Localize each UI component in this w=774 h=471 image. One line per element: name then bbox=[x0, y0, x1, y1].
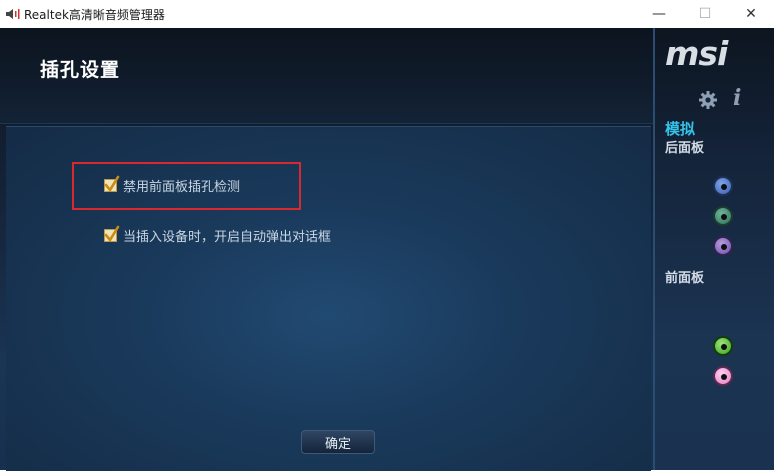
jack-blue-icon[interactable] bbox=[713, 176, 733, 196]
front-panel-label: 前面板 bbox=[665, 271, 705, 286]
close-icon: ✕ bbox=[745, 6, 757, 22]
option-disable-front-jack-detection[interactable]: 禁用前面板插孔检测 bbox=[104, 175, 241, 195]
realtek-speaker-icon bbox=[6, 9, 20, 19]
option-label: 禁用前面板插孔检测 bbox=[123, 180, 241, 195]
info-icon[interactable]: i bbox=[733, 85, 741, 111]
header-band: 插孔设置 bbox=[0, 28, 653, 124]
checkbox-checked-icon[interactable] bbox=[104, 225, 120, 243]
option-label: 当插入设备时，开启自动弹出对话框 bbox=[123, 230, 332, 245]
gear-icon[interactable] bbox=[698, 90, 718, 110]
maximize-button[interactable]: ☐ bbox=[682, 0, 728, 28]
window-titlebar: Realtek高清晰音频管理器 — ☐ ✕ bbox=[0, 0, 774, 29]
main-panel: 插孔设置 bbox=[0, 28, 653, 471]
option-auto-popup-dialog[interactable]: 当插入设备时，开启自动弹出对话框 bbox=[104, 225, 332, 245]
checkbox-checked-icon[interactable] bbox=[104, 175, 120, 193]
jack-green-icon[interactable] bbox=[713, 206, 733, 226]
page-title: 插孔设置 bbox=[40, 59, 121, 81]
close-button[interactable]: ✕ bbox=[728, 0, 774, 28]
jack-green-icon[interactable] bbox=[713, 336, 733, 356]
ok-button[interactable]: 确定 bbox=[301, 430, 375, 454]
rear-panel-label: 后面板 bbox=[665, 141, 705, 156]
analog-mode-label: 模拟 bbox=[665, 120, 696, 138]
msi-logo: msi bbox=[665, 34, 728, 73]
jack-purple-icon[interactable] bbox=[713, 236, 733, 256]
window-title: Realtek高清晰音频管理器 bbox=[24, 8, 165, 22]
minimize-icon: — bbox=[652, 6, 666, 22]
minimize-button[interactable]: — bbox=[636, 0, 682, 28]
jack-pink-icon[interactable] bbox=[713, 366, 733, 386]
maximize-icon: ☐ bbox=[698, 6, 712, 22]
